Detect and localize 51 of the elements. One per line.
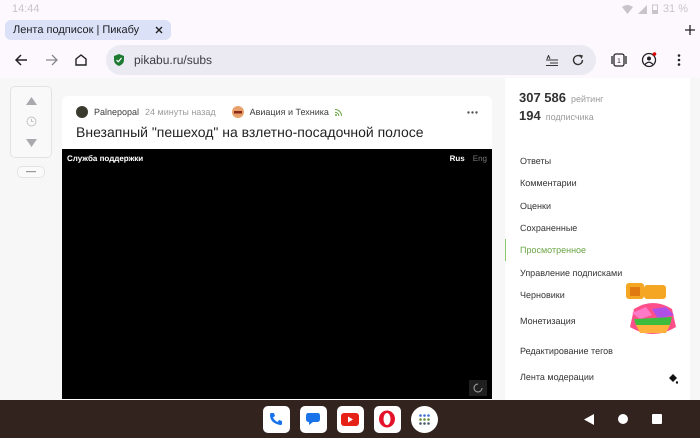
video-caption: Служба поддержки [67, 154, 144, 163]
phone-app-icon[interactable] [262, 406, 290, 432]
close-icon[interactable] [155, 26, 164, 34]
community-name[interactable]: Авиация и Техника [250, 107, 329, 117]
signal-icon [638, 4, 647, 14]
browser-tab[interactable]: Лента подписок | Пикабу [5, 20, 172, 40]
avatar-icon[interactable] [76, 106, 88, 118]
battery-icon [652, 4, 658, 14]
collapse-button[interactable] [17, 166, 45, 178]
sidebar-item[interactable]: Оценки [505, 194, 690, 217]
browser-app-icon[interactable] [374, 406, 400, 432]
forward-icon[interactable] [44, 54, 58, 66]
sidebar-item[interactable]: Редактирование тегов [505, 336, 690, 366]
video-app-icon[interactable] [336, 406, 364, 432]
back-nav-icon[interactable] [584, 414, 594, 424]
sidebar-item[interactable]: Управление подписками [505, 261, 690, 284]
community-icon[interactable] [232, 106, 244, 118]
language-option[interactable]: Eng [472, 154, 487, 163]
paint-bucket-icon[interactable] [668, 374, 678, 384]
minus-icon [26, 171, 36, 173]
app-drawer-icon[interactable] [410, 406, 438, 432]
post-time: 24 минуты назад [145, 107, 216, 117]
author-name[interactable]: Palnepopal [94, 107, 140, 117]
sidebar-item[interactable]: Лента модерации [505, 366, 690, 388]
loading-icon [469, 380, 487, 396]
sidebar-item[interactable]: Комментарии [505, 172, 690, 195]
subscribers-label: подписчика [546, 112, 594, 122]
sidebar-item[interactable]: Монетизация [505, 306, 690, 336]
rating-value: 307 586 [519, 90, 566, 105]
new-tab-icon[interactable] [685, 25, 695, 35]
sidebar-item[interactable]: Ответы [505, 150, 690, 172]
home-icon[interactable] [75, 54, 87, 66]
address-field[interactable]: pikabu.ru/subs [106, 45, 596, 75]
reader-mode-icon[interactable] [546, 54, 558, 66]
menu-icon[interactable] [677, 54, 681, 66]
home-nav-icon[interactable] [618, 414, 628, 424]
sidebar-item[interactable]: Черновики [505, 284, 690, 306]
rating-label: рейтинг [571, 94, 604, 104]
subscribers-value: 194 [519, 108, 541, 123]
language-option[interactable]: Rus [450, 154, 465, 163]
sidebar-item[interactable]: Сохраненные [505, 216, 690, 240]
messages-app-icon[interactable] [300, 406, 326, 432]
account-icon[interactable] [641, 52, 657, 68]
back-icon[interactable] [14, 54, 28, 66]
wifi-icon [622, 4, 633, 14]
post-title[interactable]: Внезапный "пешеход" на взлетно-посадочной полосе [62, 118, 492, 149]
video-player[interactable]: Служба поддержки Rus Eng [62, 149, 492, 399]
reload-icon[interactable] [572, 54, 584, 66]
shield-icon [114, 54, 124, 66]
more-icon[interactable] [467, 110, 478, 114]
rss-icon[interactable] [334, 108, 342, 116]
